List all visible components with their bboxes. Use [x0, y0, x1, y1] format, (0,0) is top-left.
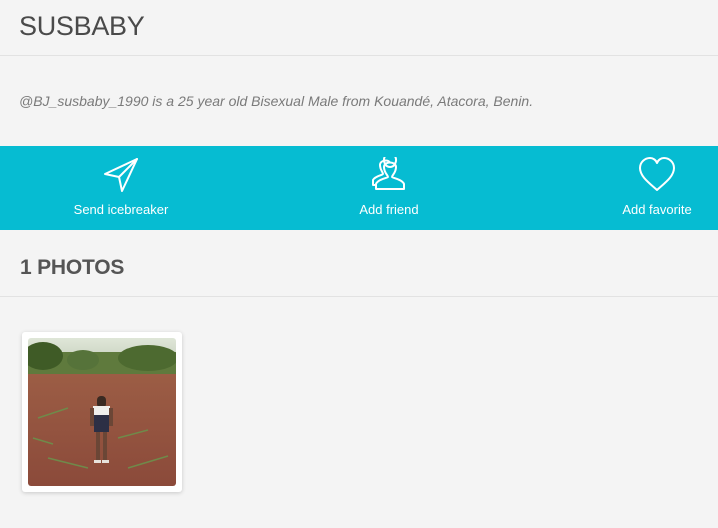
profile-bio: @BJ_susbaby_1990 is a 25 year old Bisexu…	[19, 93, 534, 109]
heart-icon	[637, 157, 677, 193]
add-friend-label: Add friend	[359, 202, 419, 217]
profile-header: SUSBABY	[0, 0, 718, 56]
send-icebreaker-label: Send icebreaker	[73, 202, 169, 217]
profile-username: SUSBABY	[19, 11, 145, 41]
add-favorite-button[interactable]: Add favorite	[610, 146, 704, 230]
add-friend-button[interactable]: Add friend	[340, 146, 438, 230]
profile-page: SUSBABY @BJ_susbaby_1990 is a 25 year ol…	[0, 0, 718, 528]
paper-plane-icon	[101, 157, 141, 193]
photo-thumbnail[interactable]	[22, 332, 182, 492]
photos-section-header: 1 PHOTOS	[0, 230, 718, 297]
add-favorite-label: Add favorite	[622, 202, 692, 217]
people-icon	[369, 157, 409, 193]
profile-photo	[28, 338, 176, 486]
photos-title: 1 PHOTOS	[20, 256, 125, 279]
profile-action-bar: Send icebreaker Add friend Add favorite	[0, 146, 718, 230]
send-icebreaker-button[interactable]: Send icebreaker	[60, 146, 182, 230]
